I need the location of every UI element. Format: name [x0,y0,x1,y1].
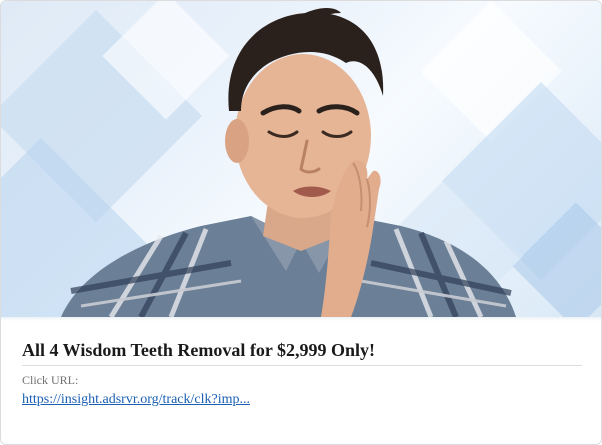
click-url-label: Click URL: [22,373,79,387]
image-divider [1,317,601,321]
ad-card: All 4 Wisdom Teeth Removal for $2,999 On… [0,0,602,445]
click-url-link[interactable]: https://insight.adsrvr.org/track/clk?imp… [22,392,250,408]
ad-image[interactable] [1,1,601,317]
person-with-toothache-illustration [61,8,516,317]
ad-headline[interactable]: All 4 Wisdom Teeth Removal for $2,999 On… [22,340,582,366]
